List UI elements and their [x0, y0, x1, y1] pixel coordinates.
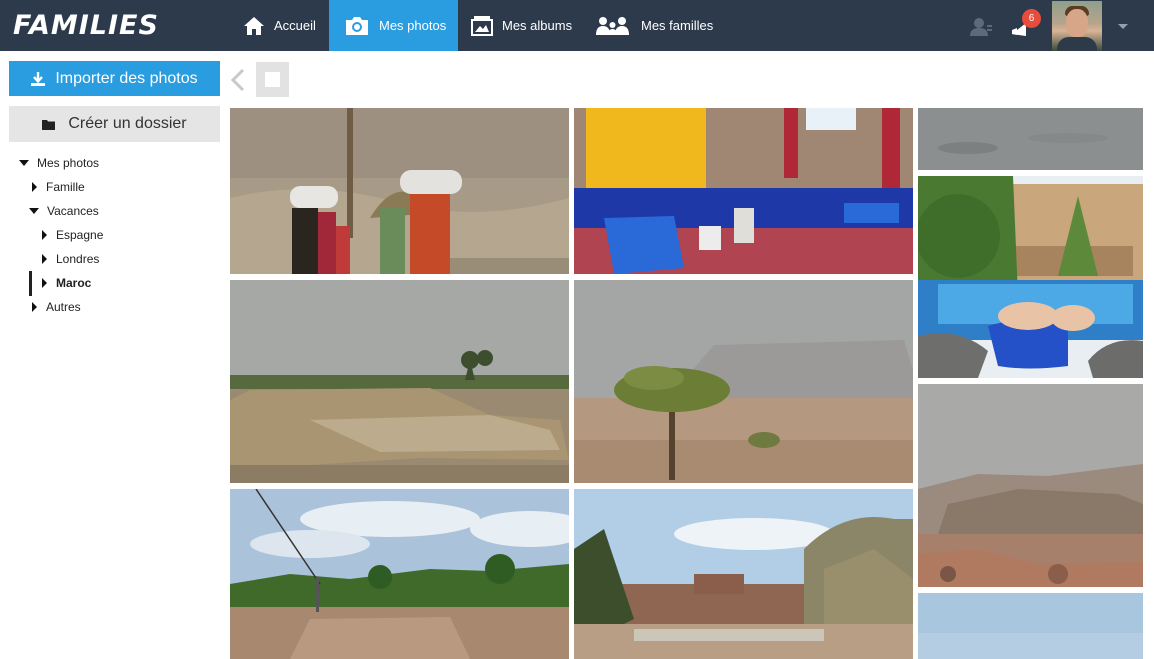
tree-label: Vacances	[47, 204, 99, 218]
create-folder-label: Créer un dossier	[68, 115, 187, 132]
nav-item-accueil[interactable]: Accueil	[243, 0, 321, 51]
tree-item-espagne[interactable]: Espagne	[42, 223, 103, 247]
contacts-icon[interactable]	[969, 17, 993, 42]
photo-thumbnail[interactable]	[574, 489, 913, 659]
nav-item-mes-albums[interactable]: Mes albums	[471, 0, 576, 51]
tree-item-mes-photos[interactable]: Mes photos	[19, 151, 99, 175]
select-all-checkbox[interactable]	[256, 62, 289, 97]
avatar[interactable]	[1052, 1, 1102, 51]
caret-down-icon[interactable]	[29, 208, 39, 214]
album-icon	[471, 15, 493, 36]
top-navigation-bar: FAMILIES Accueil Mes photos Mes albums M…	[0, 0, 1154, 51]
nav-label-accueil: Accueil	[274, 18, 316, 33]
photo-thumbnail[interactable]	[918, 384, 1143, 587]
upload-icon	[31, 71, 46, 86]
selected-folder-indicator	[29, 271, 32, 296]
caret-right-icon[interactable]	[42, 230, 47, 240]
nav-label-mes-photos: Mes photos	[379, 18, 447, 33]
tree-label: Maroc	[56, 276, 92, 290]
nav-label-mes-albums: Mes albums	[502, 18, 573, 33]
tree-label: Espagne	[56, 228, 104, 242]
caret-right-icon[interactable]	[32, 182, 37, 192]
tree-item-famille[interactable]: Famille	[32, 175, 85, 199]
tree-label: Mes photos	[37, 156, 100, 170]
photo-thumbnail[interactable]	[230, 108, 569, 274]
tree-label: Famille	[46, 180, 85, 194]
caret-down-icon[interactable]	[19, 160, 29, 166]
tree-item-vacances[interactable]: Vacances	[29, 199, 99, 223]
tree-label: Londres	[56, 252, 100, 266]
caret-right-icon[interactable]	[42, 254, 47, 264]
people-icon	[594, 16, 632, 36]
families-logo[interactable]: FAMILIES	[13, 8, 159, 44]
create-folder-button[interactable]: Créer un dossier	[9, 106, 220, 142]
tree-item-autres[interactable]: Autres	[32, 295, 81, 319]
tree-item-londres[interactable]: Londres	[42, 247, 99, 271]
photo-thumbnail[interactable]	[918, 176, 1143, 378]
home-icon	[243, 16, 265, 36]
folder-icon	[42, 119, 56, 130]
photo-thumbnail[interactable]	[230, 280, 569, 483]
photo-thumbnail[interactable]	[230, 489, 569, 659]
notification-badge[interactable]: 6	[1022, 9, 1041, 28]
chevron-down-icon[interactable]	[1118, 24, 1128, 29]
nav-item-mes-familles[interactable]: Mes familles	[594, 0, 719, 51]
caret-right-icon[interactable]	[42, 278, 47, 288]
import-photos-button[interactable]: Importer des photos	[9, 61, 220, 96]
tree-item-maroc[interactable]: Maroc	[42, 271, 91, 295]
tree-label: Autres	[46, 300, 81, 314]
photo-thumbnail[interactable]	[574, 108, 913, 274]
camera-icon	[344, 16, 370, 36]
checkbox-square	[265, 72, 280, 87]
nav-item-mes-photos[interactable]: Mes photos	[329, 0, 458, 51]
import-photos-label: Importer des photos	[55, 69, 198, 87]
avatar-shirt	[1057, 37, 1097, 51]
photo-thumbnail[interactable]	[918, 593, 1143, 659]
nav-label-mes-familles: Mes familles	[641, 18, 714, 33]
avatar-face	[1066, 9, 1088, 37]
caret-right-icon[interactable]	[32, 302, 37, 312]
back-arrow-icon[interactable]	[229, 68, 247, 92]
photo-thumbnail[interactable]	[918, 108, 1143, 170]
photo-thumbnail[interactable]	[574, 280, 913, 483]
